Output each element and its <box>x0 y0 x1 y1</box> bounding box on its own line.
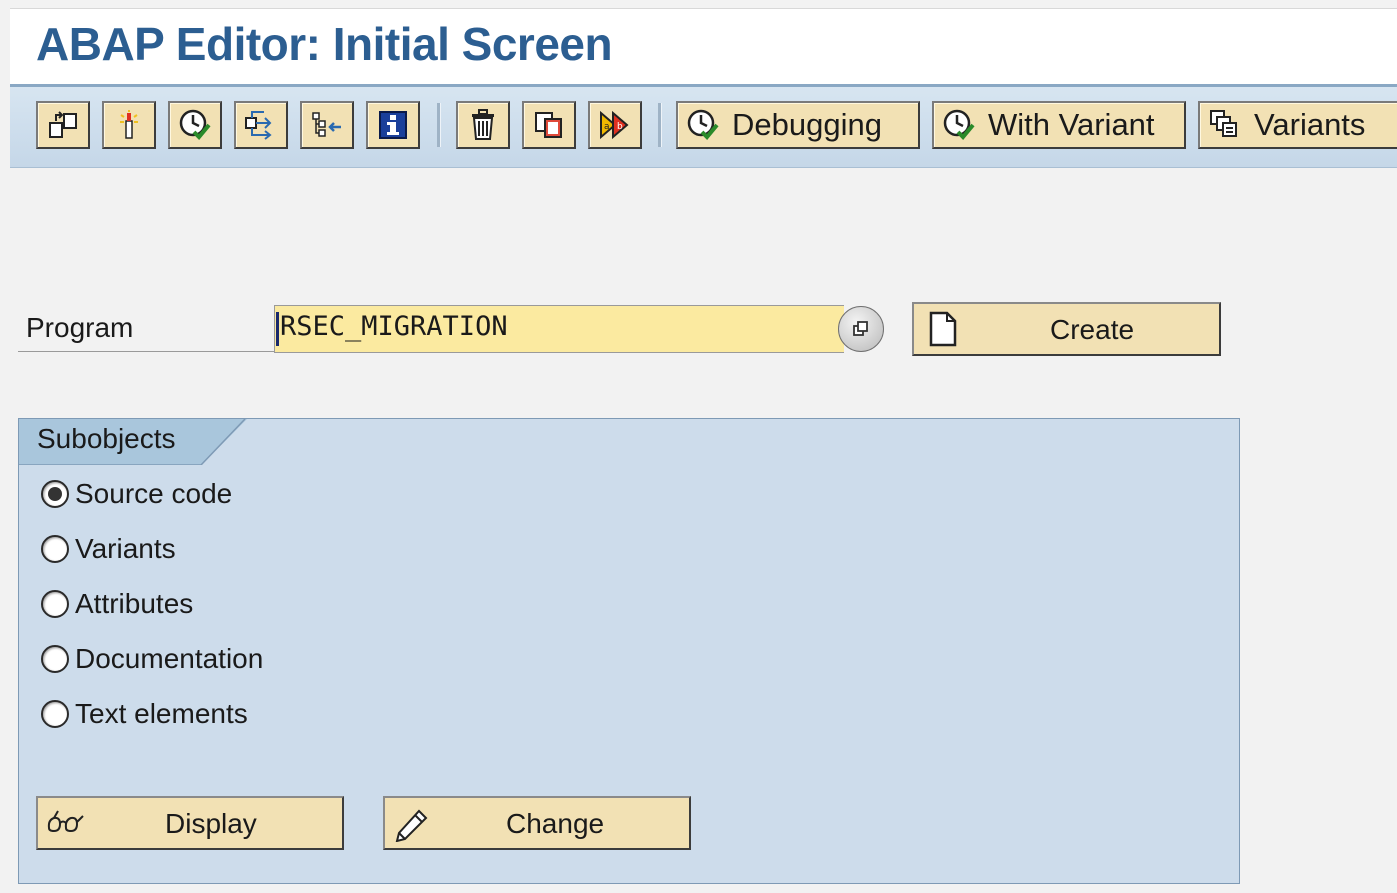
where-used-button[interactable] <box>234 101 288 149</box>
variants-icon <box>1210 110 1237 137</box>
subobjects-group: Subobjects Source code Variants Attribut… <box>18 418 1240 884</box>
program-label: Program <box>26 312 134 343</box>
title-bar: ABAP Editor: Initial Screen <box>10 8 1397 85</box>
information-icon <box>379 111 407 139</box>
radio-source-code[interactable]: Source code <box>41 476 232 512</box>
radio-attributes[interactable]: Attributes <box>41 586 193 622</box>
debugging-button[interactable]: Debugging <box>676 101 920 149</box>
radio-button[interactable] <box>41 535 69 563</box>
variants-button[interactable]: Variants <box>1198 101 1397 149</box>
text-cursor <box>276 312 279 346</box>
radio-documentation[interactable]: Documentation <box>41 641 263 677</box>
information-button[interactable] <box>366 101 420 149</box>
object-list-icon <box>120 110 138 139</box>
page-title: ABAP Editor: Initial Screen <box>36 18 613 70</box>
other-object-button[interactable] <box>36 101 90 149</box>
radio-label: Attributes <box>75 588 194 619</box>
radio-label: Documentation <box>75 643 264 674</box>
execute-button[interactable] <box>168 101 222 149</box>
program-label-underline <box>18 351 274 352</box>
toolbar-separator <box>658 103 662 147</box>
radio-text-elements[interactable]: Text elements <box>41 696 248 732</box>
value-help-button[interactable] <box>838 306 884 352</box>
new-document-icon <box>929 311 957 347</box>
display-object-list-icon <box>312 112 341 137</box>
change-button[interactable]: Change <box>383 796 691 850</box>
execute-icon <box>687 109 719 140</box>
radio-selected-dot <box>48 487 62 501</box>
other-object-icon <box>49 111 77 138</box>
subobjects-title: Subobjects <box>37 423 176 454</box>
display-button[interactable]: Display <box>36 796 344 850</box>
variants-label: Variants <box>1254 107 1366 142</box>
program-input[interactable]: RSEC_MIGRATION <box>274 305 844 353</box>
display-label: Display <box>165 808 257 839</box>
value-help-icon <box>853 321 868 336</box>
change-label: Change <box>506 808 605 839</box>
radio-variants[interactable]: Variants <box>41 531 176 567</box>
radio-button[interactable] <box>41 700 69 728</box>
execute-icon <box>179 109 211 140</box>
radio-button[interactable] <box>41 590 69 618</box>
execute-icon <box>943 109 975 140</box>
pencil-icon <box>395 809 428 842</box>
svg-text:a: a <box>604 122 610 132</box>
svg-text:b: b <box>617 122 623 132</box>
rename-button[interactable]: a b <box>588 101 642 149</box>
copy-icon <box>535 112 562 138</box>
create-button[interactable]: Create <box>912 302 1221 356</box>
copy-button[interactable] <box>522 101 576 149</box>
delete-button[interactable] <box>456 101 510 149</box>
radio-label: Text elements <box>75 698 248 729</box>
create-label: Create <box>1050 314 1135 345</box>
radio-button[interactable] <box>41 480 69 508</box>
where-used-icon <box>245 111 272 140</box>
toolbar-separator <box>437 103 441 147</box>
radio-label: Source code <box>75 478 233 509</box>
glasses-icon <box>47 810 84 833</box>
delete-icon <box>472 109 494 140</box>
debugging-label: Debugging <box>732 107 882 142</box>
rename-icon: a b <box>600 110 629 140</box>
application-toolbar: a b Debugging With Variant Variants <box>10 84 1397 168</box>
object-list-button[interactable] <box>102 101 156 149</box>
radio-button[interactable] <box>41 645 69 673</box>
with-variant-label: With Variant <box>988 107 1155 142</box>
display-object-list-button[interactable] <box>300 101 354 149</box>
with-variant-button[interactable]: With Variant <box>932 101 1186 149</box>
radio-label: Variants <box>75 533 176 564</box>
